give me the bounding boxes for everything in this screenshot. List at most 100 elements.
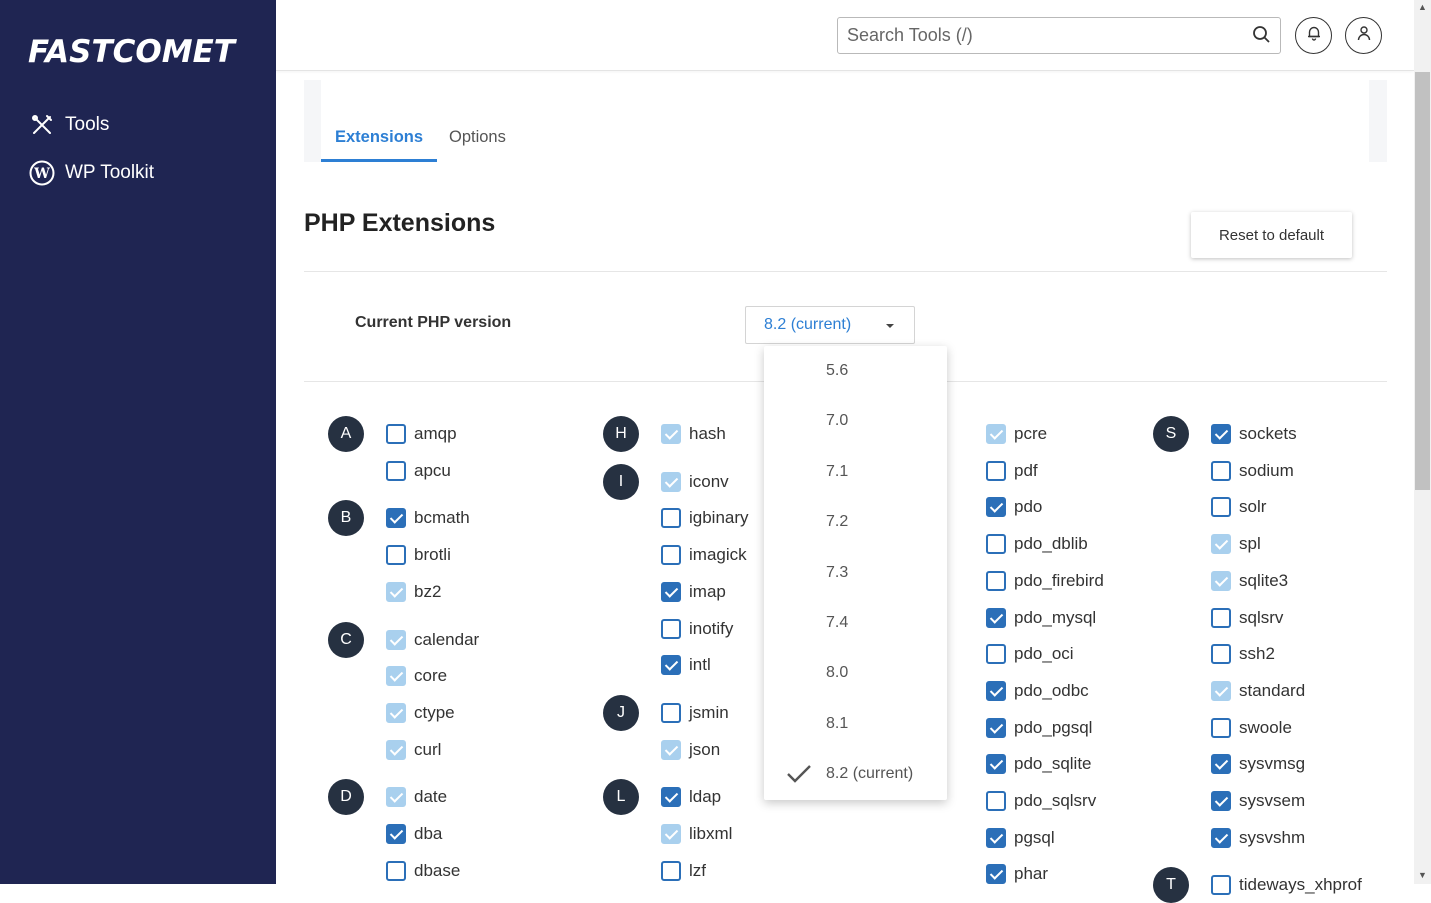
extension-amqp[interactable]: amqp [386, 423, 457, 445]
php-version-option[interactable]: 7.1 [764, 447, 947, 497]
sidebar-item-tools[interactable]: Tools [28, 110, 109, 140]
search-box[interactable] [837, 17, 1281, 54]
extension-checkbox[interactable] [386, 860, 406, 881]
php-version-option[interactable]: 8.1 [764, 699, 947, 749]
extension-checkbox[interactable] [386, 424, 406, 444]
extension-checkbox[interactable] [986, 460, 1006, 481]
extension-tideways_xhprof[interactable]: tideways_xhprof [1211, 874, 1362, 896]
extension-checkbox[interactable] [986, 791, 1006, 811]
extension-checkbox[interactable] [661, 508, 681, 529]
extension-dbase[interactable]: dbase [386, 860, 460, 882]
extension-checkbox[interactable] [986, 497, 1006, 518]
extension-pdo_oci[interactable]: pdo_oci [986, 643, 1074, 665]
php-version-option[interactable]: 7.4 [764, 598, 947, 648]
extension-iconv[interactable]: iconv [661, 471, 729, 493]
extension-bz2[interactable]: bz2 [386, 581, 441, 603]
extension-pdo_mysql[interactable]: pdo_mysql [986, 607, 1096, 629]
extension-jsmin[interactable]: jsmin [661, 702, 729, 724]
extension-pdo_sqlite[interactable]: pdo_sqlite [986, 753, 1092, 775]
notifications-button[interactable] [1295, 17, 1332, 54]
extension-spl[interactable]: spl [1211, 533, 1261, 555]
extension-lzf[interactable]: lzf [661, 860, 706, 882]
extension-checkbox[interactable] [661, 860, 681, 881]
extension-sqlite3[interactable]: sqlite3 [1211, 570, 1288, 592]
extension-dba[interactable]: dba [386, 823, 442, 845]
extension-imap[interactable]: imap [661, 581, 726, 603]
php-version-option[interactable]: 7.3 [764, 548, 947, 598]
extension-sqlsrv[interactable]: sqlsrv [1211, 607, 1283, 629]
extension-sysvmsg[interactable]: sysvmsg [1211, 753, 1305, 775]
extension-pdo_firebird[interactable]: pdo_firebird [986, 570, 1104, 592]
extension-pdo_sqlsrv[interactable]: pdo_sqlsrv [986, 790, 1096, 812]
extension-checkbox[interactable] [1211, 497, 1231, 518]
extension-checkbox[interactable] [1211, 644, 1231, 665]
extension-checkbox[interactable] [386, 460, 406, 481]
extension-sockets[interactable]: sockets [1211, 423, 1297, 445]
scrollbar-thumb[interactable] [1415, 72, 1430, 490]
extension-apcu[interactable]: apcu [386, 460, 451, 482]
extension-checkbox[interactable] [986, 864, 1006, 885]
extension-ssh2[interactable]: ssh2 [1211, 643, 1275, 665]
tab-options[interactable]: Options [449, 128, 506, 162]
extension-bcmath[interactable]: bcmath [386, 507, 470, 529]
extension-checkbox[interactable] [986, 827, 1006, 848]
extension-checkbox[interactable] [1211, 717, 1231, 738]
extension-core[interactable]: core [386, 665, 447, 687]
extension-checkbox[interactable] [1211, 754, 1231, 775]
extension-date[interactable]: date [386, 786, 447, 808]
extension-igbinary[interactable]: igbinary [661, 507, 749, 529]
extension-swoole[interactable]: swoole [1211, 717, 1292, 739]
extension-checkbox[interactable] [986, 607, 1006, 628]
extension-libxml[interactable]: libxml [661, 823, 732, 845]
php-version-select[interactable]: 8.2 (current) [745, 306, 915, 344]
extension-pdo[interactable]: pdo [986, 496, 1042, 518]
search-input[interactable] [838, 18, 1238, 53]
extension-checkbox[interactable] [661, 787, 681, 808]
extension-ldap[interactable]: ldap [661, 786, 721, 808]
reset-to-default-button[interactable]: Reset to default [1191, 212, 1352, 258]
extension-checkbox[interactable] [1211, 607, 1231, 628]
extension-pdo_dblib[interactable]: pdo_dblib [986, 533, 1088, 555]
extension-checkbox[interactable] [986, 534, 1006, 555]
extension-checkbox[interactable] [661, 702, 681, 723]
extension-checkbox[interactable] [986, 754, 1006, 775]
extension-pdo_pgsql[interactable]: pdo_pgsql [986, 717, 1092, 739]
scroll-down-icon[interactable]: ▼ [1418, 870, 1427, 880]
extension-checkbox[interactable] [986, 717, 1006, 738]
extension-sodium[interactable]: sodium [1211, 460, 1294, 482]
extension-standard[interactable]: standard [1211, 680, 1305, 702]
extension-checkbox[interactable] [386, 824, 406, 844]
php-version-option[interactable]: 7.2 [764, 497, 947, 547]
extension-checkbox[interactable] [661, 655, 681, 676]
extension-solr[interactable]: solr [1211, 496, 1266, 518]
extension-checkbox[interactable] [986, 570, 1006, 591]
scroll-up-icon[interactable]: ▲ [1418, 2, 1427, 12]
php-version-option[interactable]: 8.0 [764, 648, 947, 698]
user-menu-button[interactable] [1345, 17, 1382, 54]
extension-brotli[interactable]: brotli [386, 544, 451, 566]
extension-phar[interactable]: phar [986, 863, 1048, 885]
extension-checkbox[interactable] [986, 644, 1006, 665]
extension-pdf[interactable]: pdf [986, 460, 1038, 482]
php-version-option[interactable]: 5.6 [764, 346, 947, 396]
extension-intl[interactable]: intl [661, 654, 711, 676]
extension-checkbox[interactable] [661, 618, 681, 639]
fastcomet-logo[interactable]: FASTCOMET [28, 34, 260, 70]
extension-curl[interactable]: curl [386, 739, 441, 761]
extension-checkbox[interactable] [1211, 875, 1231, 896]
extension-json[interactable]: json [661, 739, 720, 761]
php-version-option[interactable]: 8.2 (current) [764, 749, 947, 799]
extension-checkbox[interactable] [1211, 827, 1231, 848]
extension-checkbox[interactable] [1211, 460, 1231, 481]
extension-hash[interactable]: hash [661, 423, 726, 445]
extension-imagick[interactable]: imagick [661, 544, 747, 566]
php-version-option[interactable]: 7.0 [764, 396, 947, 446]
tab-extensions[interactable]: Extensions [321, 128, 438, 162]
extension-checkbox[interactable] [661, 545, 681, 566]
extension-checkbox[interactable] [1211, 791, 1231, 811]
extension-checkbox[interactable] [386, 545, 406, 566]
extension-checkbox[interactable] [1211, 424, 1231, 444]
extension-calendar[interactable]: calendar [386, 629, 479, 651]
extension-ctype[interactable]: ctype [386, 702, 455, 724]
extension-sysvshm[interactable]: sysvshm [1211, 827, 1305, 849]
